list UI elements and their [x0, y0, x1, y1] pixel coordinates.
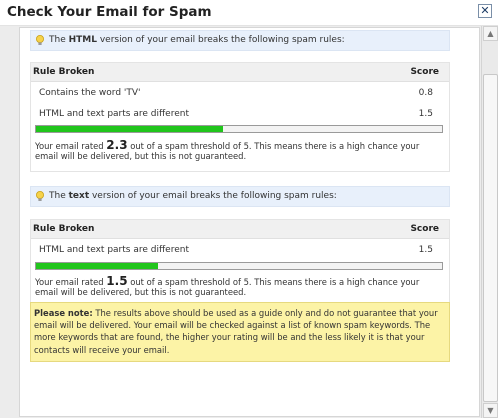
- rule-name: Contains the word 'TV': [39, 88, 141, 98]
- text-table-header: Rule Broken Score: [31, 220, 449, 239]
- text-col-rule: Rule Broken: [33, 224, 95, 234]
- table-row: HTML and text parts are different 1.5: [31, 239, 449, 260]
- rule-score: 0.8: [418, 88, 433, 98]
- text-header-suffix: version of your email breaks the followi…: [89, 191, 337, 201]
- html-spam-score-fill: [36, 126, 223, 132]
- rule-name: HTML and text parts are different: [39, 245, 189, 255]
- text-section-header: The text version of your email breaks th…: [30, 186, 450, 207]
- html-section-header: The HTML version of your email breaks th…: [30, 30, 450, 51]
- dialog-titlebar: Check Your Email for Spam ✕: [0, 0, 498, 26]
- html-rules-table: Rule Broken Score Contains the word 'TV'…: [30, 62, 450, 172]
- arrow-up-icon[interactable]: ▲: [483, 26, 498, 41]
- rule-score: 1.5: [418, 109, 433, 119]
- vertical-scrollbar[interactable]: ▲ ▼: [481, 26, 498, 418]
- html-rated-value: 2.3: [106, 138, 128, 152]
- html-rating-text: Your email rated 2.3 out of a spam thres…: [35, 138, 445, 161]
- text-col-score: Score: [410, 224, 439, 234]
- html-col-score: Score: [410, 67, 439, 77]
- rule-name: HTML and text parts are different: [39, 109, 189, 119]
- note-label: Please note:: [34, 308, 93, 318]
- html-spam-score-bar: [35, 125, 443, 133]
- table-row: HTML and text parts are different 1.5: [31, 103, 449, 124]
- text-rules-table: Rule Broken Score HTML and text parts ar…: [30, 219, 450, 305]
- html-header-suffix: version of your email breaks the followi…: [96, 35, 345, 45]
- text-rated-prefix: Your email rated: [35, 277, 107, 287]
- close-icon[interactable]: ✕: [478, 4, 492, 18]
- text-rating-text: Your email rated 1.5 out of a spam thres…: [35, 274, 445, 297]
- note-text: The results above should be used as a gu…: [34, 308, 438, 355]
- html-header-prefix: The: [49, 35, 69, 45]
- text-spam-score-fill: [36, 263, 158, 269]
- lightbulb-icon: [36, 191, 44, 201]
- please-note-box: Please note: The results above should be…: [30, 302, 450, 362]
- table-row: Contains the word 'TV' 0.8: [31, 82, 449, 103]
- lightbulb-icon: [36, 35, 44, 45]
- html-table-header: Rule Broken Score: [31, 63, 449, 82]
- text-rated-value: 1.5: [106, 274, 128, 288]
- text-header-emphasis: text: [68, 191, 90, 201]
- text-header-prefix: The: [49, 191, 69, 201]
- html-rated-prefix: Your email rated: [35, 141, 107, 151]
- rule-score: 1.5: [418, 245, 433, 255]
- html-header-emphasis: HTML: [68, 35, 97, 45]
- html-col-rule: Rule Broken: [33, 67, 95, 77]
- arrow-down-icon[interactable]: ▼: [483, 403, 498, 418]
- dialog-title: Check Your Email for Spam: [7, 4, 212, 20]
- text-spam-score-bar: [35, 262, 443, 270]
- scrollbar-thumb[interactable]: [483, 74, 498, 402]
